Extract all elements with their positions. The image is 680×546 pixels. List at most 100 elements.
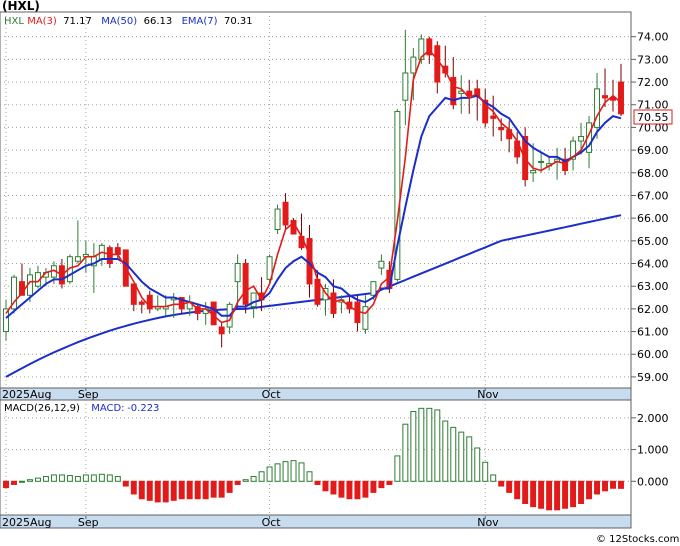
macd-bar-positive	[282, 461, 289, 482]
macd-bar-positive	[74, 476, 81, 482]
macd-bar-negative	[554, 480, 561, 511]
macd-bar-positive	[274, 463, 281, 482]
macd-legend-value: -0.223	[127, 403, 159, 414]
macd-bar-negative	[362, 480, 369, 498]
price-legend-label: EMA(7)	[182, 16, 218, 27]
macd-bar-negative	[210, 480, 217, 498]
macd-bar-negative	[330, 480, 337, 495]
macd-bar-negative	[338, 480, 345, 498]
date-label: Nov	[477, 388, 499, 401]
macd-bar-negative	[594, 480, 601, 495]
candle-down	[490, 115, 497, 119]
price-tick-label: 61.00	[637, 326, 669, 339]
candle-down	[610, 97, 616, 101]
candle-down	[602, 95, 609, 99]
date-label: 2025Aug	[2, 516, 51, 529]
date-label: 2025Aug	[2, 388, 51, 401]
candle-down	[114, 247, 121, 255]
candle-down	[130, 283, 137, 305]
last-price-tag: 70.55	[633, 109, 673, 125]
macd-bar-positive	[410, 411, 417, 482]
macd-bar-positive	[402, 423, 409, 482]
candle-down	[434, 45, 441, 83]
macd-bar-negative	[570, 480, 577, 508]
price-tick-label: 64.00	[637, 258, 669, 271]
macd-bar-positive	[482, 461, 489, 482]
macd-bar-negative	[122, 480, 129, 487]
date-label: Sep	[78, 516, 99, 529]
ticker-title: (HXL)	[2, 0, 40, 13]
macd-bar-positive	[474, 447, 481, 482]
macd-tick-label: 1.000	[637, 444, 669, 457]
macd-bar-negative	[226, 480, 233, 493]
macd-bar-positive	[66, 475, 73, 482]
candle-up	[538, 160, 545, 163]
candle-up	[378, 260, 385, 269]
macd-bar-negative	[514, 480, 521, 500]
macd-bar-positive	[450, 426, 457, 482]
candle-up	[410, 56, 417, 74]
macd-bar-positive	[114, 476, 121, 482]
macd-bar-negative	[602, 480, 609, 492]
macd-bar-negative	[154, 480, 161, 503]
macd-legend-label: MACD(26,12,9)	[4, 403, 80, 414]
price-legend: HXL MA(3) 71.17 MA(50) 66.13 EMA(7) 70.31	[4, 16, 253, 27]
macd-tick-label: 0.000	[637, 475, 669, 488]
price-legend-value: 66.13	[144, 16, 173, 27]
macd-bar-positive	[458, 431, 465, 482]
macd-bar-positive	[434, 409, 441, 482]
price-legend-label: MA(3)	[27, 16, 57, 27]
macd-legend-label: MACD:	[91, 403, 124, 414]
candle-up	[402, 72, 409, 101]
macd-bar-positive	[490, 474, 497, 482]
macd-bar-positive	[426, 407, 433, 482]
macd-bar-negative	[370, 480, 377, 493]
macd-bar-positive	[298, 462, 305, 482]
macd-bar-negative	[138, 480, 145, 500]
macd-bar-negative	[506, 480, 513, 493]
macd-bar-positive	[90, 474, 97, 482]
date-label: Oct	[262, 516, 282, 529]
candle-up	[530, 170, 537, 174]
macd-bar-positive	[58, 474, 65, 482]
macd-bar-negative	[146, 480, 153, 501]
candle-down	[330, 292, 337, 314]
macd-bar-negative	[618, 480, 624, 489]
price-legend-label: MA(50)	[101, 16, 137, 27]
candle-up	[370, 281, 377, 296]
macd-bar-positive	[306, 471, 313, 482]
macd-panel	[0, 399, 632, 516]
macd-bar-negative	[546, 480, 553, 511]
last-price-label: 70.55	[637, 111, 669, 124]
macd-bar-positive	[290, 460, 297, 482]
candle-up	[362, 306, 369, 330]
macd-bar-negative	[130, 480, 137, 495]
candle-up	[578, 135, 585, 142]
macd-bar-negative	[346, 480, 353, 500]
macd-bar-negative	[218, 480, 225, 498]
macd-y-axis: 0.000 1.000 2.000	[631, 412, 669, 488]
candle-up	[250, 292, 257, 308]
macd-bar-negative	[386, 480, 393, 485]
candle-up	[74, 256, 81, 262]
price-tick-label: 73.00	[637, 53, 669, 66]
stock-chart: 59.00 60.00 61.00 62.00 63.00 64.00 65.00 66.00…	[0, 0, 680, 546]
macd-bar-positive	[42, 476, 49, 482]
macd-bar-negative	[562, 480, 569, 509]
date-label: Oct	[262, 388, 282, 401]
macd-bar-negative	[11, 480, 17, 485]
macd-bar-positive	[266, 466, 273, 482]
macd-bar-negative	[354, 480, 361, 500]
price-tick-label: 65.00	[637, 235, 669, 248]
macd-bar-negative	[578, 480, 585, 504]
macd-bar-negative	[322, 480, 329, 492]
price-tick-label: 66.00	[637, 212, 669, 225]
price-tick-label: 63.00	[637, 280, 669, 293]
macd-bar-negative	[498, 480, 505, 487]
candle-down	[282, 201, 289, 226]
macd-bar-positive	[106, 474, 113, 482]
macd-bar-negative	[178, 480, 185, 500]
macd-bar-negative	[234, 480, 241, 485]
date-label: Nov	[477, 516, 499, 529]
price-tick-label: 67.00	[637, 189, 669, 202]
